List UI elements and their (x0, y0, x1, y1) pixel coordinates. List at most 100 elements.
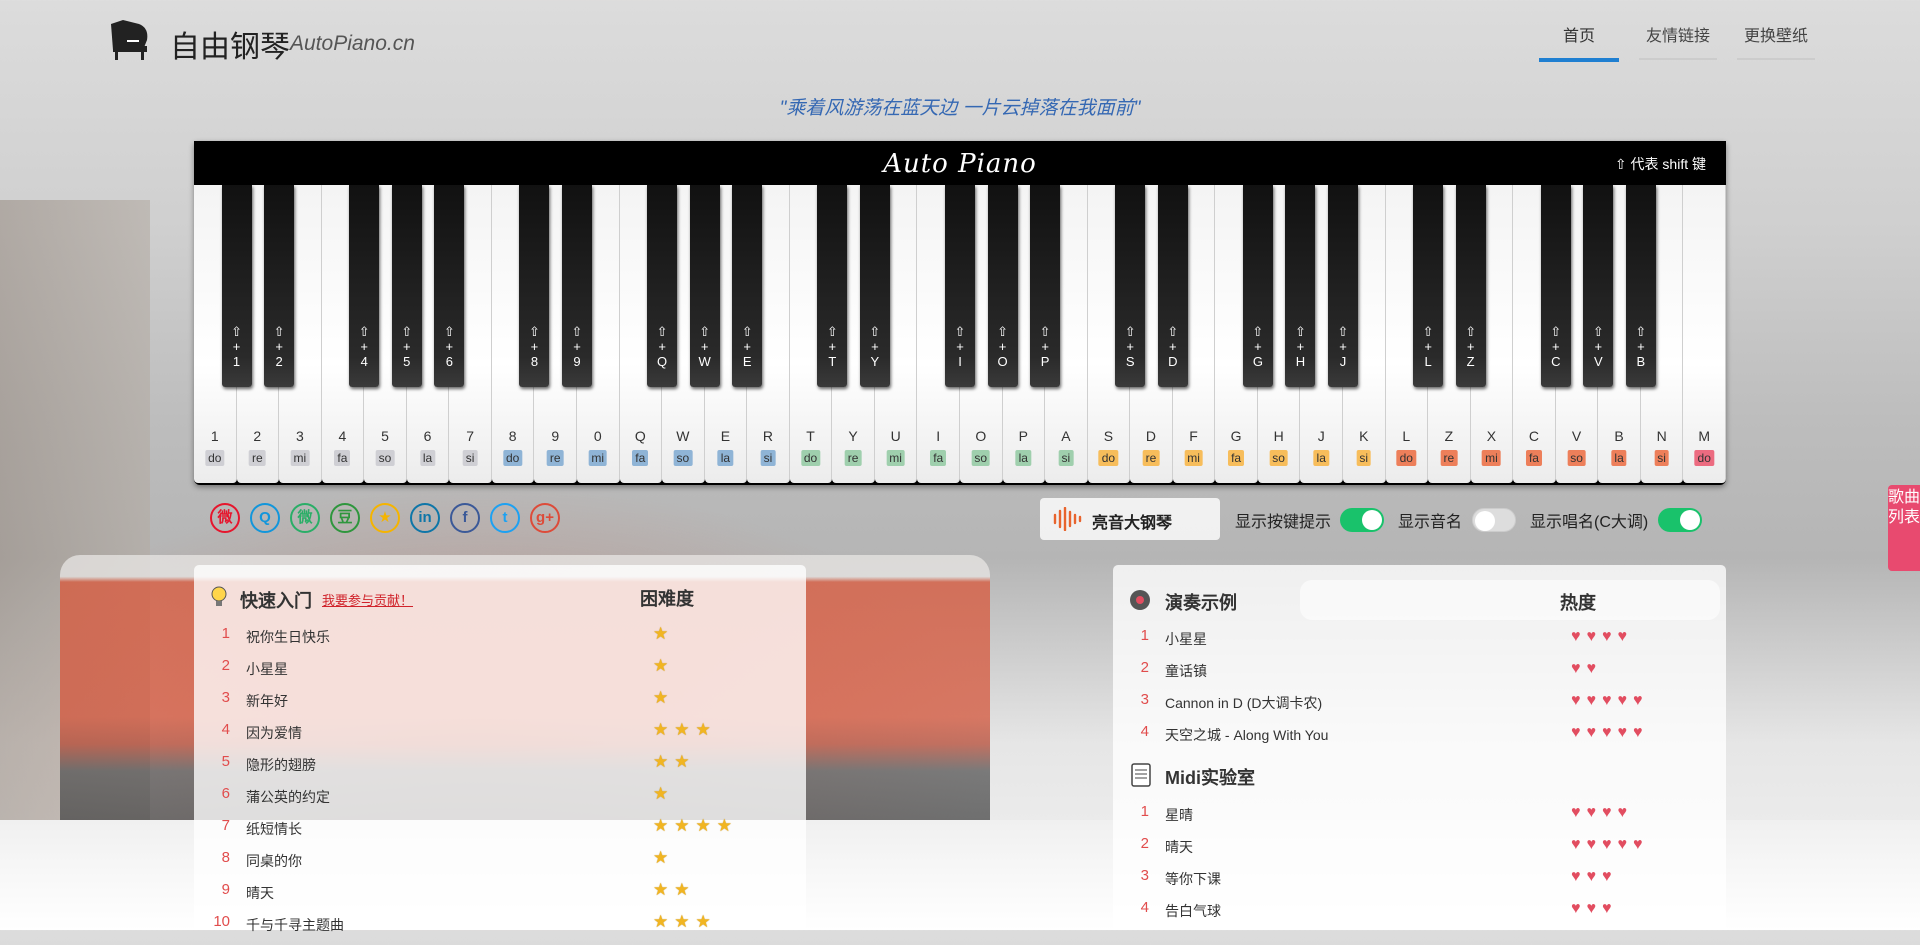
black-key[interactable]: ⇧ + T (817, 185, 848, 387)
song-title[interactable]: 新年好 (246, 691, 288, 711)
weibo-icon[interactable]: 微 (210, 503, 240, 533)
song-title[interactable]: 同桌的你 (246, 851, 302, 871)
song-row[interactable]: 3 新年好 ★ (206, 688, 766, 721)
solfege-toggle[interactable] (1658, 508, 1702, 532)
song-row[interactable]: 3 Cannon in D (D大调卡农) ♥ ♥ ♥ ♥ ♥ (1125, 691, 1685, 723)
song-row[interactable]: 4 天空之城 - Along With You ♥ ♥ ♥ ♥ ♥ (1125, 723, 1685, 755)
nav-friend-links[interactable]: 友情链接 (1639, 18, 1717, 60)
song-row[interactable]: 2 童话镇 ♥ ♥ (1125, 659, 1685, 691)
contribute-link[interactable]: 我要参与贡献！ (322, 590, 413, 609)
song-rank: 7 (221, 817, 230, 834)
nav-change-wallpaper[interactable]: 更换壁纸 (1737, 18, 1815, 60)
key-label: L (1402, 428, 1411, 444)
linkedin-icon[interactable]: in (410, 503, 440, 533)
black-key[interactable]: ⇧ + W (689, 185, 720, 387)
song-title[interactable]: 天空之城 - Along With You (1165, 725, 1328, 745)
black-key[interactable]: ⇧ + I (945, 185, 975, 387)
nav-home[interactable]: 首页 (1539, 18, 1619, 62)
solfege-badge: la (1313, 450, 1329, 466)
key-hint-toggle[interactable] (1340, 508, 1384, 532)
black-key[interactable]: ⇧ + P (1030, 185, 1061, 387)
key-label: V (1571, 428, 1582, 444)
song-row[interactable]: 3 等你下课 ♥ ♥ ♥ (1125, 867, 1685, 899)
key-label: H (1273, 428, 1284, 444)
song-title[interactable]: 千与千寻主题曲 (246, 915, 344, 935)
song-list-tab[interactable]: 歌曲列表 (1888, 485, 1920, 571)
song-title[interactable]: 隐形的翅膀 (246, 755, 316, 775)
black-key[interactable]: ⇧ + Q (647, 185, 678, 387)
heart-icon: ♥ (1602, 692, 1612, 709)
song-row[interactable]: 4 因为爱情 ★ ★ ★ (206, 720, 766, 753)
google-plus-icon[interactable]: g+ (530, 503, 560, 533)
song-row[interactable]: 1 星晴 ♥ ♥ ♥ ♥ (1125, 803, 1685, 835)
song-row[interactable]: 10 千与千寻主题曲 ★ ★ ★ (206, 912, 766, 945)
black-key[interactable]: ⇧ + 6 (434, 185, 465, 387)
solfege-badge: si (760, 450, 776, 466)
black-key[interactable]: ⇧ + V (1583, 185, 1614, 387)
black-key[interactable]: ⇧ + 1 (221, 185, 252, 387)
wechat-icon[interactable]: 微 (290, 503, 320, 533)
shift-key-note: ⇧ 代表 shift 键 (1614, 156, 1706, 172)
site-title[interactable]: 自由钢琴 (170, 22, 290, 66)
demos-panel: 演奏示例 热度 1 小星星 ♥ ♥ ♥ ♥ 2 童话镇 ♥ ♥ 3 Cannon in D (D大调卡… (1113, 565, 1726, 930)
qzone-icon[interactable]: ★ (370, 503, 400, 533)
song-title[interactable]: 等你下课 (1165, 869, 1221, 889)
song-row[interactable]: 5 隐形的翅膀 ★ ★ (206, 752, 766, 785)
song-title[interactable]: 星晴 (1165, 805, 1193, 825)
song-row[interactable]: 1 祝你生日快乐 ★ (206, 624, 766, 657)
black-key[interactable]: ⇧ + D (1157, 185, 1188, 387)
piano-logo-icon[interactable] (105, 16, 151, 60)
song-row[interactable]: 9 晴天 ★ ★ (206, 880, 766, 913)
black-key[interactable]: ⇧ + 9 (562, 185, 592, 387)
song-row[interactable]: 7 纸短情长 ★ ★ ★ ★ (206, 816, 766, 849)
note-name-toggle[interactable] (1472, 508, 1516, 532)
star-icon: ★ (653, 880, 669, 899)
black-key[interactable]: ⇧ + 4 (349, 185, 380, 387)
black-key[interactable]: ⇧ + H (1285, 185, 1316, 387)
black-key[interactable]: ⇧ + E (732, 185, 763, 387)
song-title[interactable]: 告白气球 (1165, 901, 1221, 921)
piano-sound-button[interactable]: 亮音大钢琴 (1040, 498, 1220, 540)
song-title[interactable]: 因为爱情 (246, 723, 302, 743)
song-title[interactable]: 晴天 (246, 883, 274, 903)
song-row[interactable]: 4 告白气球 ♥ ♥ ♥ (1125, 899, 1685, 931)
song-row[interactable]: 6 蒲公英的约定 ★ (206, 784, 766, 817)
song-title[interactable]: 童话镇 (1165, 661, 1207, 681)
song-title[interactable]: Cannon in D (D大调卡农) (1165, 693, 1322, 713)
black-key[interactable]: ⇧ + Y (859, 185, 890, 387)
qq-icon[interactable]: Q (250, 503, 280, 533)
song-title[interactable]: 蒲公英的约定 (246, 787, 330, 807)
song-row[interactable]: 2 小星星 ★ (206, 656, 766, 689)
black-key-label: ⇧ + 9 (571, 324, 583, 369)
song-title[interactable]: 小星星 (1165, 629, 1207, 649)
key-label: P (1018, 428, 1028, 444)
black-key-label: ⇧ + H (1294, 324, 1306, 369)
black-key[interactable]: ⇧ + O (987, 185, 1018, 387)
heart-icon: ♥ (1571, 628, 1581, 645)
black-key[interactable]: ⇧ + C (1540, 185, 1571, 387)
star-icon: ★ (674, 720, 690, 739)
song-title[interactable]: 晴天 (1165, 837, 1193, 857)
key-label: 1 (210, 428, 219, 444)
black-key[interactable]: ⇧ + S (1115, 185, 1146, 387)
twitter-icon[interactable]: t (490, 503, 520, 533)
black-key[interactable]: ⇧ + J (1328, 185, 1358, 387)
song-row[interactable]: 8 同桌的你 ★ (206, 848, 766, 881)
facebook-icon[interactable]: f (450, 503, 480, 533)
song-row[interactable]: 2 晴天 ♥ ♥ ♥ ♥ ♥ (1125, 835, 1685, 867)
black-key[interactable]: ⇧ + 2 (264, 185, 295, 387)
song-title[interactable]: 小星星 (246, 659, 288, 679)
black-key[interactable]: ⇧ + 5 (391, 185, 422, 387)
black-key[interactable]: ⇧ + Z (1455, 185, 1486, 387)
song-title[interactable]: 祝你生日快乐 (246, 627, 330, 647)
song-rank: 10 (213, 913, 230, 930)
douban-icon[interactable]: 豆 (330, 503, 360, 533)
black-key[interactable]: ⇧ + B (1625, 185, 1656, 387)
difficulty-rating: ★ (653, 688, 674, 708)
song-row[interactable]: 1 小星星 ♥ ♥ ♥ ♥ (1125, 627, 1685, 659)
black-key[interactable]: ⇧ + 8 (519, 185, 550, 387)
black-key[interactable]: ⇧ + G (1242, 185, 1273, 387)
song-title[interactable]: 纸短情长 (246, 819, 302, 839)
black-key[interactable]: ⇧ + L (1413, 185, 1444, 387)
white-key[interactable]: Mdo (1683, 185, 1726, 483)
